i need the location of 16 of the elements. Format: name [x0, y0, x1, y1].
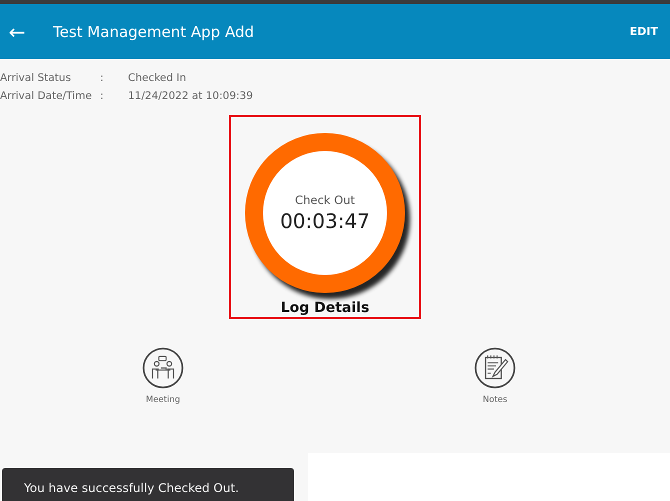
notepad-pencil-icon[interactable]	[474, 347, 516, 389]
action-label: Notes	[482, 395, 508, 405]
toast-message: You have successfully Checked Out.	[2, 468, 294, 501]
back-button[interactable]: ←	[8, 20, 26, 44]
log-details-label: Log Details	[280, 299, 370, 317]
action-label: Meeting	[146, 395, 180, 405]
page-title: Test Management App Add	[53, 22, 254, 40]
field-value: Checked In	[128, 71, 186, 86]
field-separator: :	[100, 71, 105, 86]
meeting-icon[interactable]	[142, 347, 184, 389]
field-label: Arrival Status	[0, 71, 72, 86]
field-label: Arrival Date/Time	[0, 89, 93, 104]
field-separator: :	[100, 89, 105, 104]
field-value: 11/24/2022 at 10:09:39	[128, 89, 253, 104]
check-out-timer-button[interactable]: Check Out 00:03:47	[245, 133, 405, 293]
edit-button[interactable]: EDIT	[630, 25, 658, 38]
